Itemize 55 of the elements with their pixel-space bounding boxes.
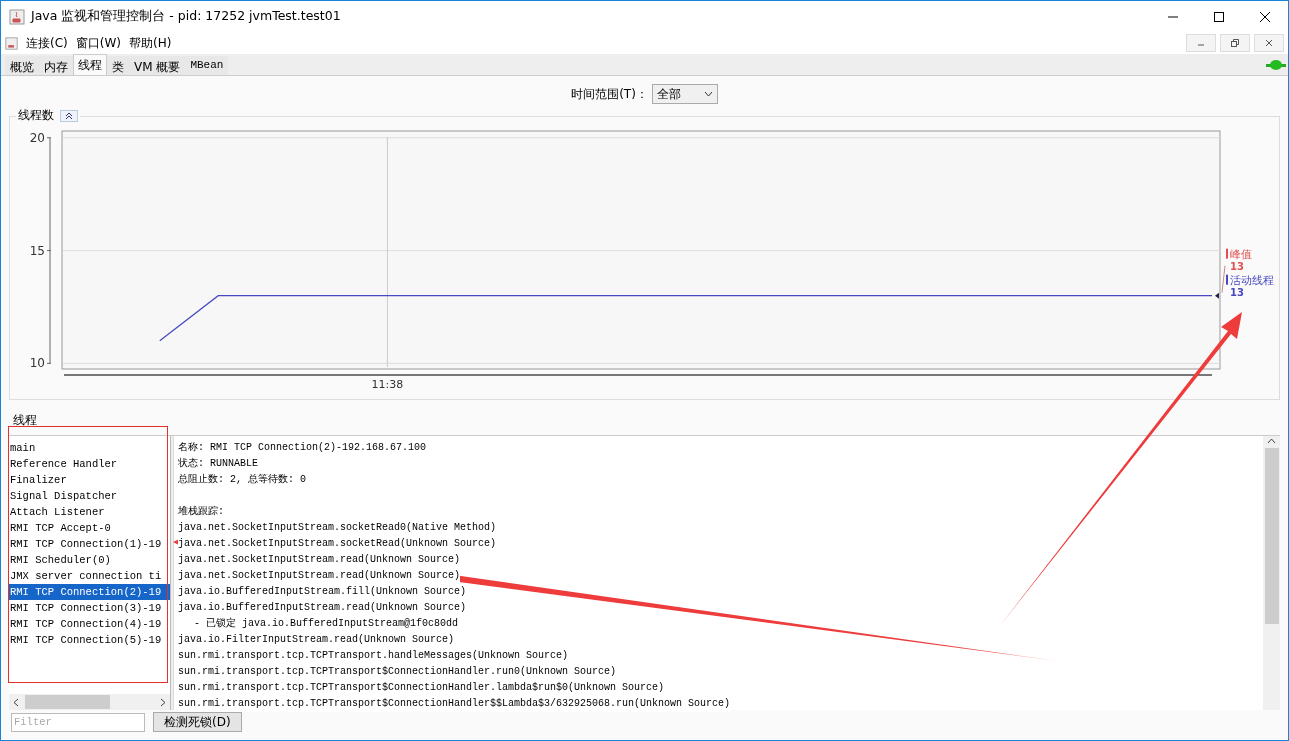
filter-field[interactable]: Filter [11, 712, 145, 732]
legend-label: 峰值 [1230, 247, 1252, 261]
time-range-label: 时间范围(T)： [571, 85, 648, 103]
menu-item[interactable]: 帮助(H) [129, 34, 172, 52]
tab[interactable]: 类 [107, 56, 129, 75]
thread-list-item[interactable]: RMI TCP Accept-0 [9, 520, 170, 536]
marker-icon [1215, 292, 1219, 299]
close-icon [1260, 11, 1270, 22]
thread-list-item[interactable]: RMI TCP Connection(3)-19 [9, 600, 170, 616]
time-range-dropdown[interactable]: 全部 [651, 84, 718, 104]
legend-value: 13 [1230, 260, 1244, 272]
tab[interactable]: VM 概要 [129, 56, 186, 75]
menu-item[interactable]: 连接(C) [26, 34, 68, 52]
legend-label: 活动线程 [1230, 273, 1274, 287]
legend-value: 13 [1230, 286, 1244, 298]
thread-list-item[interactable]: RMI TCP Connection(1)-19 [9, 536, 170, 552]
tab[interactable]: 概览 [5, 56, 39, 75]
menu-item[interactable]: 窗口(W) [75, 34, 121, 52]
thread-list-item[interactable]: Signal Dispatcher [9, 488, 170, 504]
tab[interactable]: 线程 [73, 54, 107, 75]
thread-list-item[interactable]: Attach Listener [9, 504, 170, 520]
axis-label: 20 [29, 130, 45, 145]
restore-button[interactable] [1220, 34, 1250, 52]
axis-label: 15 [29, 243, 45, 258]
horizontal-scrollbar[interactable] [9, 694, 170, 710]
axis-label: 10 [29, 356, 45, 371]
thread-list-item[interactable]: Reference Handler [9, 456, 170, 472]
thread-list-item[interactable]: RMI TCP Connection(2)-19 [9, 584, 170, 600]
thread-list-item[interactable]: RMI TCP Connection(5)-19 [9, 632, 170, 648]
vertical-scrollbar[interactable] [1263, 436, 1280, 710]
leader-line [1221, 265, 1226, 294]
detect-deadlock-button[interactable]: 检测死锁(D) [153, 712, 242, 732]
maximize-icon [1214, 11, 1224, 22]
thread-list-item[interactable]: Finalizer [9, 472, 170, 488]
tab[interactable]: MBean [185, 56, 229, 75]
restore-icon [1231, 39, 1239, 47]
chevron-up-icon [1267, 436, 1276, 446]
tab[interactable]: 内存 [39, 56, 73, 75]
thread-list-item[interactable]: RMI Scheduler(0) [9, 552, 170, 568]
collapse-button[interactable] [60, 109, 78, 122]
thread-list-item[interactable]: RMI TCP Connection(4)-19 [9, 616, 170, 632]
window-title: Java 监视和管理控制台 - pid: 17252 jvmTest.test01 [31, 8, 341, 25]
connection-plug-icon [1266, 60, 1286, 70]
thread-list-item[interactable]: JMX server connection ti [9, 568, 170, 584]
axis-label: 11:38 [371, 378, 404, 391]
close-icon [1265, 39, 1273, 47]
thread-list-item[interactable]: main [9, 440, 170, 456]
section-title: 线程 [12, 412, 38, 429]
chevron-up-icon [65, 111, 73, 120]
chevron-left-icon [13, 697, 19, 707]
splitter[interactable] [170, 436, 174, 710]
chart-title: 线程数 [18, 107, 54, 124]
chevron-right-icon [160, 697, 166, 707]
chevron-down-icon [703, 91, 713, 97]
close-button[interactable] [1254, 34, 1284, 52]
